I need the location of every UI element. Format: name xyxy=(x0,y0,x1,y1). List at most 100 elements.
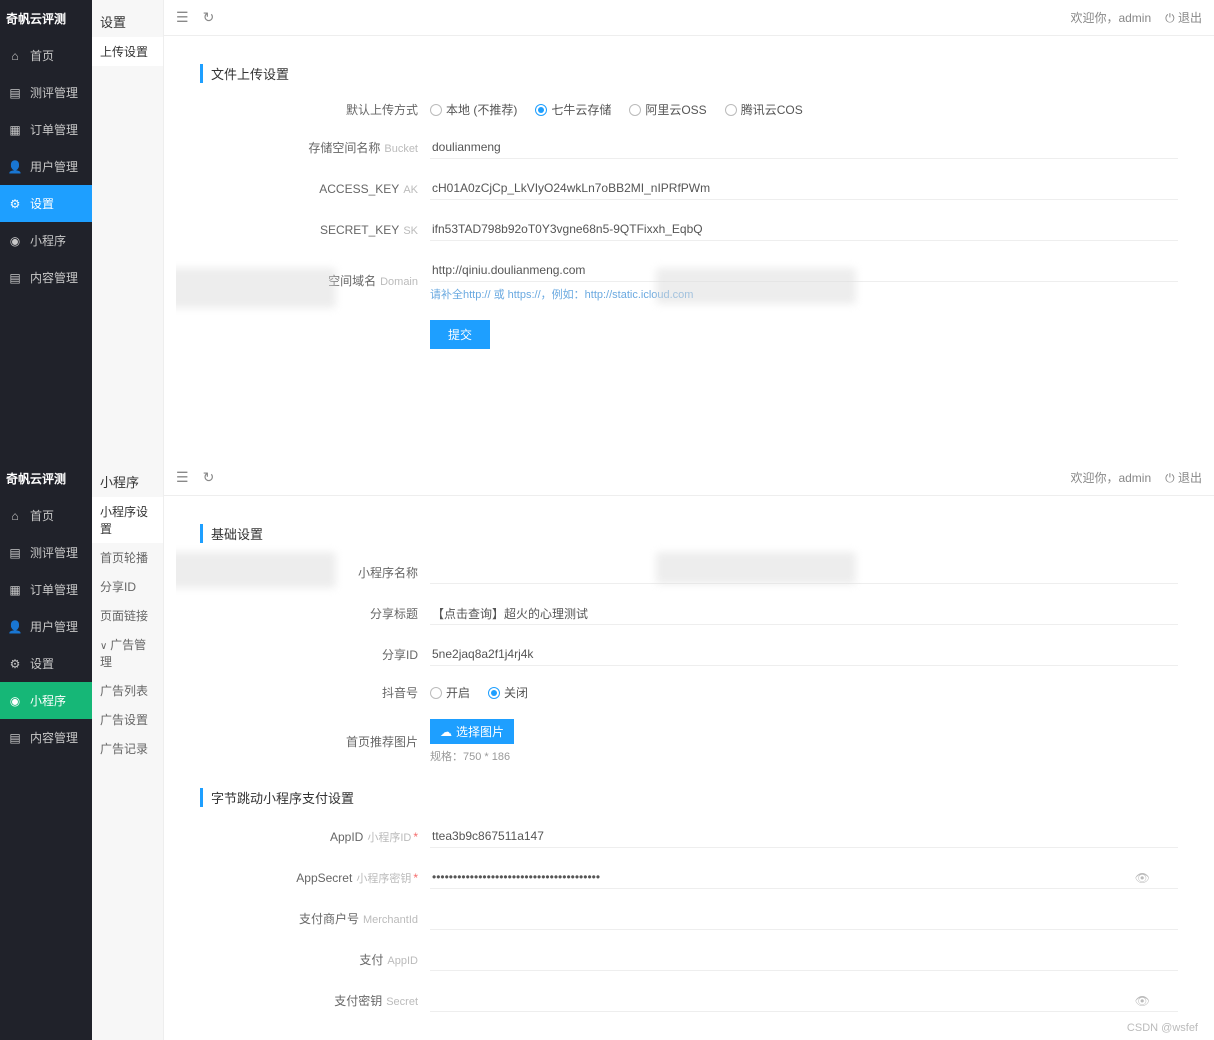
sidebar-item-test[interactable]: ▤测评管理 xyxy=(0,534,92,571)
label-bucket: 存储空间名称Bucket xyxy=(200,139,430,156)
doc-icon: ▤ xyxy=(8,731,22,745)
gear-icon: ⚙ xyxy=(8,197,22,211)
sidebar-item-miniapp[interactable]: ◉小程序 xyxy=(0,682,92,719)
input-pay-appid[interactable] xyxy=(430,948,1178,971)
sidebar-item-user[interactable]: 👤用户管理 xyxy=(0,148,92,185)
label-douyin: 抖音号 xyxy=(200,684,430,701)
radio-group-upload: 本地 (不推荐) 七牛云存储 阿里云OSS 腾讯云COS xyxy=(430,101,1178,118)
main-sidebar: 奇帆云评测 ⌂首页 ▤测评管理 ▦订单管理 👤用户管理 ⚙设置 ◉小程序 ▤内容… xyxy=(0,460,92,1040)
label-merchant: 支付商户号MerchantId xyxy=(200,910,430,927)
main-area: ☰ ↻ 欢迎你，admin ⏻ 退出 基础设置 小程序名称 分享标题 分享ID xyxy=(164,460,1214,1040)
sidebar-item-user[interactable]: 👤用户管理 xyxy=(0,608,92,645)
section-title-upload: 文件上传设置 xyxy=(200,64,1178,83)
sidebar-item-test[interactable]: ▤测评管理 xyxy=(0,74,92,111)
subnav-ad-setting[interactable]: 广告设置 xyxy=(92,705,163,734)
panel-settings: 奇帆云评测 ⌂首页 ▤测评管理 ▦订单管理 👤用户管理 ⚙设置 ◉小程序 ▤内容… xyxy=(0,0,1214,460)
input-share-id[interactable] xyxy=(430,643,1178,666)
radio-aliyun[interactable]: 阿里云OSS xyxy=(629,101,706,118)
cloud-upload-icon: ☁ xyxy=(440,725,452,739)
topbar: ☰ ↻ 欢迎你，admin ⏻ 退出 xyxy=(164,0,1214,36)
subnav: 小程序 小程序设置 首页轮播 分享ID 页面链接 广告管理 广告列表 广告设置 … xyxy=(92,460,164,1040)
label-pay-secret: 支付密钥Secret xyxy=(200,992,430,1009)
eye-icon[interactable]: 👁 xyxy=(1135,871,1150,885)
radio-local[interactable]: 本地 (不推荐) xyxy=(430,101,517,118)
brand-logo: 奇帆云评测 xyxy=(0,460,92,497)
refresh-icon[interactable]: ↻ xyxy=(203,9,215,26)
sidebar-item-order[interactable]: ▦订单管理 xyxy=(0,571,92,608)
label-pay-appid: 支付AppID xyxy=(200,951,430,968)
main-area: ☰ ↻ 欢迎你，admin ⏻ 退出 文件上传设置 默认上传方式 本地 (不推荐… xyxy=(164,0,1214,460)
eye-icon[interactable]: 👁 xyxy=(1135,994,1150,1008)
logout-link[interactable]: ⏻ 退出 xyxy=(1165,469,1202,486)
menu-collapse-icon[interactable]: ☰ xyxy=(176,9,189,26)
wechat-icon: ◉ xyxy=(8,234,22,248)
label-upload-mode: 默认上传方式 xyxy=(200,101,430,118)
power-icon: ⏻ xyxy=(1165,11,1175,25)
welcome-text: 欢迎你，admin xyxy=(1070,9,1151,26)
subnav-page-link[interactable]: 页面链接 xyxy=(92,601,163,630)
wechat-icon: ◉ xyxy=(8,694,22,708)
home-icon: ⌂ xyxy=(8,49,22,63)
blur-overlay xyxy=(176,552,336,588)
sidebar-item-miniapp[interactable]: ◉小程序 xyxy=(0,222,92,259)
sidebar-item-home[interactable]: ⌂首页 xyxy=(0,497,92,534)
content-miniapp-settings: 基础设置 小程序名称 分享标题 分享ID 抖音号 开启 关闭 xyxy=(176,508,1202,1028)
sidebar-item-settings[interactable]: ⚙设置 xyxy=(0,185,92,222)
subnav-share-id[interactable]: 分享ID xyxy=(92,572,163,601)
subnav: 设置 上传设置 xyxy=(92,0,164,460)
label-appid: AppID小程序ID* xyxy=(200,829,430,845)
sidebar-item-content[interactable]: ▤内容管理 xyxy=(0,259,92,296)
subnav-title: 设置 xyxy=(92,6,163,37)
section-title-bytedance-pay: 字节跳动小程序支付设置 xyxy=(200,788,1178,807)
blur-overlay xyxy=(176,268,336,308)
subnav-ad-record[interactable]: 广告记录 xyxy=(92,734,163,763)
subnav-title: 小程序 xyxy=(92,466,163,497)
input-appsecret[interactable] xyxy=(430,866,1178,889)
input-merchant[interactable] xyxy=(430,907,1178,930)
subnav-ad-mgmt[interactable]: 广告管理 xyxy=(92,630,163,676)
brand-logo: 奇帆云评测 xyxy=(0,0,92,37)
input-ak[interactable] xyxy=(430,177,1178,200)
content-upload-settings: 文件上传设置 默认上传方式 本地 (不推荐) 七牛云存储 阿里云OSS 腾讯云C… xyxy=(176,48,1202,448)
radio-qiniu[interactable]: 七牛云存储 xyxy=(535,101,611,118)
gear-icon: ⚙ xyxy=(8,657,22,671)
panel-miniapp: 奇帆云评测 ⌂首页 ▤测评管理 ▦订单管理 👤用户管理 ⚙设置 ◉小程序 ▤内容… xyxy=(0,460,1214,1040)
sidebar-item-order[interactable]: ▦订单管理 xyxy=(0,111,92,148)
input-sk[interactable] xyxy=(430,218,1178,241)
refresh-icon[interactable]: ↻ xyxy=(203,469,215,486)
sidebar-item-content[interactable]: ▤内容管理 xyxy=(0,719,92,756)
label-home-rec: 首页推荐图片 xyxy=(200,733,430,750)
label-appsecret: AppSecret小程序密钥* xyxy=(200,870,430,886)
label-sk: SECRET_KEYSK xyxy=(200,223,430,237)
menu-collapse-icon[interactable]: ☰ xyxy=(176,469,189,486)
subnav-home-swipe[interactable]: 首页轮播 xyxy=(92,543,163,572)
submit-button[interactable]: 提交 xyxy=(430,320,490,349)
subnav-mp-setting[interactable]: 小程序设置 xyxy=(92,497,163,543)
radio-tencent[interactable]: 腾讯云COS xyxy=(725,101,803,118)
home-icon: ⌂ xyxy=(8,509,22,523)
file-icon: ▤ xyxy=(8,546,22,560)
welcome-text: 欢迎你，admin xyxy=(1070,469,1151,486)
watermark: CSDN @wsfef xyxy=(1127,1022,1198,1034)
blur-overlay xyxy=(656,268,856,304)
radio-douyin-close[interactable]: 关闭 xyxy=(488,684,528,701)
clipboard-icon: ▦ xyxy=(8,583,22,597)
subnav-upload-setting[interactable]: 上传设置 xyxy=(92,37,163,66)
sidebar-item-home[interactable]: ⌂首页 xyxy=(0,37,92,74)
size-hint: 规格：750 * 186 xyxy=(430,748,1178,764)
clipboard-icon: ▦ xyxy=(8,123,22,137)
logout-link[interactable]: ⏻ 退出 xyxy=(1165,9,1202,26)
main-sidebar: 奇帆云评测 ⌂首页 ▤测评管理 ▦订单管理 👤用户管理 ⚙设置 ◉小程序 ▤内容… xyxy=(0,0,92,460)
radio-douyin-open[interactable]: 开启 xyxy=(430,684,470,701)
input-share-title[interactable] xyxy=(430,602,1178,625)
input-bucket[interactable] xyxy=(430,136,1178,159)
choose-image-button[interactable]: ☁选择图片 xyxy=(430,719,514,744)
power-icon: ⏻ xyxy=(1165,471,1175,485)
user-icon: 👤 xyxy=(8,620,22,634)
input-pay-secret[interactable] xyxy=(430,989,1178,1012)
label-ak: ACCESS_KEYAK xyxy=(200,182,430,196)
blur-overlay xyxy=(656,552,856,584)
sidebar-item-settings[interactable]: ⚙设置 xyxy=(0,645,92,682)
subnav-ad-list[interactable]: 广告列表 xyxy=(92,676,163,705)
input-appid[interactable] xyxy=(430,825,1178,848)
